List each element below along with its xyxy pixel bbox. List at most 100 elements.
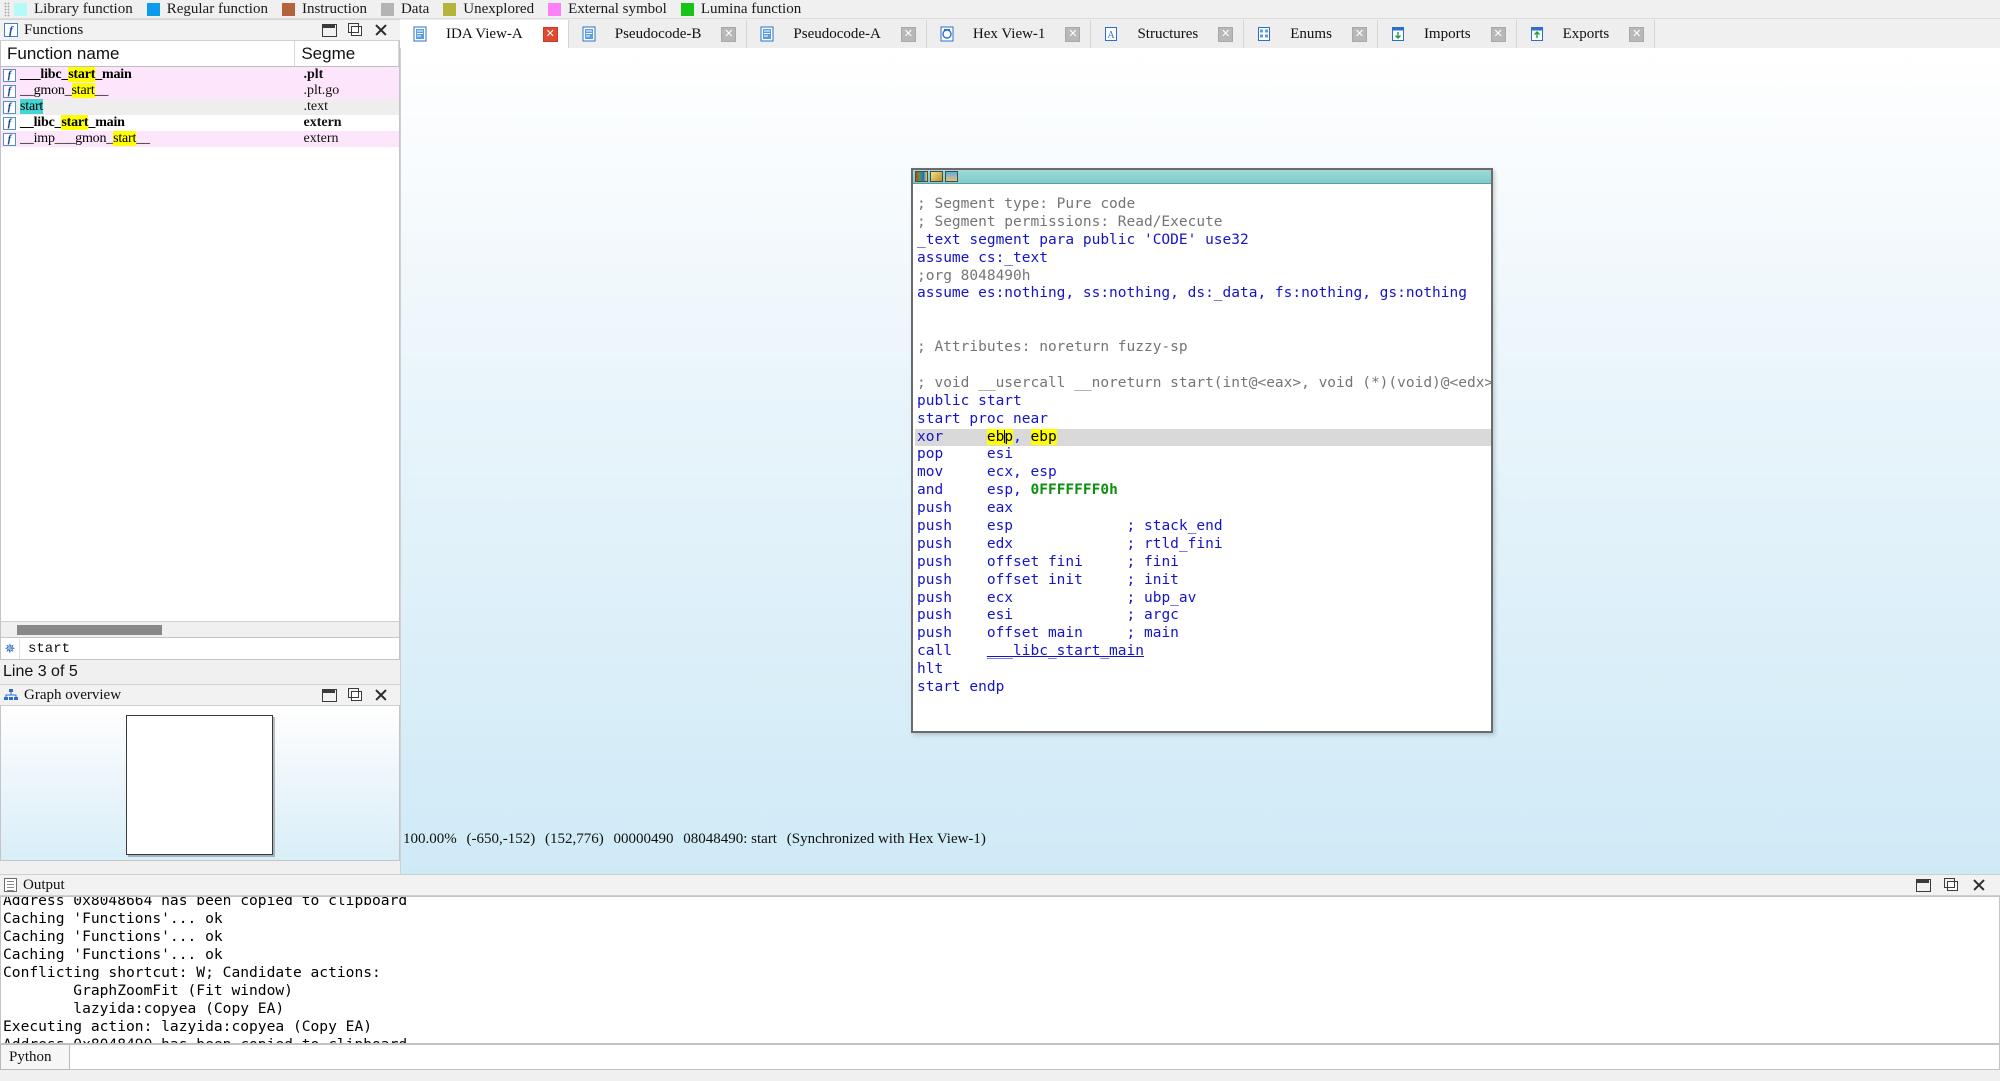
functions-table[interactable]: Function name Segme f ___libc_start_main…	[0, 41, 400, 638]
table-row[interactable]: f __imp___gmon_start__ extern	[1, 131, 399, 147]
graph-overview-close-icon[interactable]	[374, 688, 388, 702]
tab-label: Pseudocode-B	[614, 25, 702, 42]
tab-label: IDA View-A	[446, 25, 523, 42]
functions-close-icon[interactable]	[374, 23, 388, 37]
tab-close-icon[interactable]: ✕	[900, 26, 916, 42]
functions-icon: f	[4, 23, 18, 37]
graph-overview-canvas[interactable]	[0, 706, 400, 861]
command-line-bar: Python	[0, 1044, 2000, 1070]
graph-overview-thumbnail[interactable]	[126, 715, 273, 855]
column-header-function-name[interactable]: Function name	[1, 41, 296, 66]
tab-close-icon[interactable]: ✕	[1629, 26, 1645, 42]
output-line: Caching 'Functions'... ok	[3, 910, 223, 927]
tab-close-icon[interactable]: ✕	[721, 26, 737, 42]
status-screen-coords: (152,776)	[544, 831, 604, 847]
legend-swatch-regular-function	[146, 2, 160, 16]
pseudocode-icon	[759, 26, 775, 42]
function-name-cell: f __libc_start_main	[1, 115, 296, 131]
functions-restore-icon[interactable]	[322, 23, 337, 37]
tab-close-icon[interactable]: ✕	[1490, 26, 1506, 42]
output-window-icon	[4, 878, 17, 892]
table-row[interactable]: f start .text	[1, 99, 399, 115]
ida-view-a-canvas[interactable]: ; Segment type: Pure code ; Segment perm…	[400, 48, 2000, 874]
disasm-line[interactable]: push ecx ; ubp_av	[915, 590, 1491, 608]
toolbar-drag-handle[interactable]	[4, 1, 10, 17]
tab-hex-view-1[interactable]: Hex View-1 ✕	[926, 20, 1092, 48]
cli-language-selector[interactable]: Python	[0, 1044, 70, 1070]
legend-swatch-library-function	[14, 2, 27, 16]
column-header-segment[interactable]: Segme	[295, 41, 399, 66]
table-row[interactable]: f ___libc_start_main .plt	[1, 67, 399, 83]
table-row[interactable]: f __libc_start_main extern	[1, 115, 399, 131]
disasm-line: ; void __usercall __noreturn start(int@<…	[917, 374, 1491, 391]
function-name-cell: f __imp___gmon_start__	[1, 131, 296, 147]
imports-icon	[1390, 26, 1406, 42]
disassembly-graph-node[interactable]: ; Segment type: Pure code ; Segment perm…	[911, 168, 1493, 733]
palette-icon[interactable]	[915, 171, 928, 182]
functions-filter-value[interactable]: start	[19, 638, 399, 659]
svg-text:A: A	[1108, 30, 1116, 41]
tab-close-icon[interactable]: ✕	[1218, 26, 1234, 42]
disasm-line[interactable]: pop esi	[915, 446, 1491, 464]
status-file-offset: 00000490	[613, 831, 674, 847]
tab-ida-view-a[interactable]: IDA View-A ✕	[400, 20, 569, 48]
graph-overview-buttons	[322, 688, 388, 702]
disasm-line[interactable]: push offset fini ; fini	[915, 554, 1491, 572]
output-float-icon[interactable]	[1944, 878, 1958, 892]
tab-enums[interactable]: Enums ✕	[1244, 20, 1378, 48]
graph-node-titlebar	[913, 170, 1491, 184]
graph-overview-panel: Graph overview	[0, 684, 400, 861]
function-icon: f	[3, 132, 16, 146]
function-name-text: __gmon_start__	[20, 83, 109, 98]
disasm-line[interactable]: call ___libc_start_main	[915, 643, 1491, 661]
disasm-line[interactable]: push offset main ; main	[915, 625, 1491, 643]
tab-pseudocode-a[interactable]: Pseudocode-A ✕	[747, 20, 927, 48]
legend-swatch-lumina-function	[680, 2, 694, 16]
functions-horizontal-scrollbar[interactable]	[1, 621, 399, 637]
disasm-line[interactable]: push esi ; argc	[915, 607, 1491, 625]
disasm-line-selected[interactable]: xor ebp, ebp	[915, 428, 1491, 447]
tab-structures[interactable]: A Structures ✕	[1091, 20, 1245, 48]
disasm-line: start endp	[917, 679, 1005, 696]
disasm-line[interactable]: and esp, 0FFFFFFF0h	[915, 482, 1491, 500]
table-row[interactable]: f __gmon_start__ .plt.go	[1, 83, 399, 99]
view-tab-bar: IDA View-A ✕ Pseudocode-B ✕ Pseudocode-A…	[400, 19, 2000, 48]
graph-overview-restore-icon[interactable]	[322, 688, 337, 702]
functions-panel-title: Functions	[24, 21, 84, 38]
functions-quick-filter[interactable]: ✵ start	[0, 638, 400, 660]
segment-cell: extern	[303, 131, 339, 146]
function-name-text: ___libc_start_main	[20, 67, 132, 82]
output-line: Address 0x8048490 has been copied to cli…	[3, 1036, 1999, 1043]
disasm-line[interactable]: push eax	[915, 500, 1491, 518]
disasm-line[interactable]: hlt	[915, 661, 1491, 679]
disasm-line: _text segment para public 'CODE' use32	[917, 231, 1249, 248]
tab-pseudocode-b[interactable]: Pseudocode-B ✕	[568, 20, 748, 48]
functions-float-icon[interactable]	[348, 23, 362, 37]
output-close-icon[interactable]	[1972, 878, 1986, 892]
function-name-text: start	[20, 99, 44, 114]
disasm-line[interactable]: push edx ; rtld_fini	[915, 536, 1491, 554]
disassembly-text[interactable]: ; Segment type: Pure code ; Segment perm…	[913, 184, 1491, 731]
output-log[interactable]: Address 0x8048664 has been copied to cli…	[0, 896, 2000, 1044]
tab-close-icon[interactable]: ✕	[542, 26, 558, 42]
output-restore-icon[interactable]	[1916, 878, 1931, 892]
cli-input[interactable]	[70, 1044, 2000, 1070]
asterisk-icon: ✵	[4, 640, 16, 656]
output-line: Caching 'Functions'... ok	[3, 946, 223, 963]
disasm-line: start proc near	[917, 410, 1048, 427]
disasm-line[interactable]: push esp ; stack_end	[915, 518, 1491, 536]
disasm-line[interactable]: mov ecx, esp	[915, 464, 1491, 482]
functions-scrollbar-thumb[interactable]	[17, 625, 162, 635]
output-titlebar: Output	[0, 874, 2000, 896]
image-icon[interactable]	[945, 171, 958, 182]
graph-overview-float-icon[interactable]	[348, 688, 362, 702]
edit-icon[interactable]	[930, 171, 943, 182]
tab-imports[interactable]: Imports ✕	[1377, 20, 1517, 48]
tab-close-icon[interactable]: ✕	[1351, 26, 1367, 42]
tab-exports[interactable]: Exports ✕	[1516, 20, 1656, 48]
function-icon: f	[3, 100, 16, 114]
left-dock: f Functions Function name Segme f ___lib…	[0, 19, 400, 874]
tab-close-icon[interactable]: ✕	[1065, 26, 1081, 42]
disasm-line[interactable]: push offset init ; init	[915, 572, 1491, 590]
disasm-line: assume es:nothing, ss:nothing, ds:_data,…	[917, 285, 1467, 302]
